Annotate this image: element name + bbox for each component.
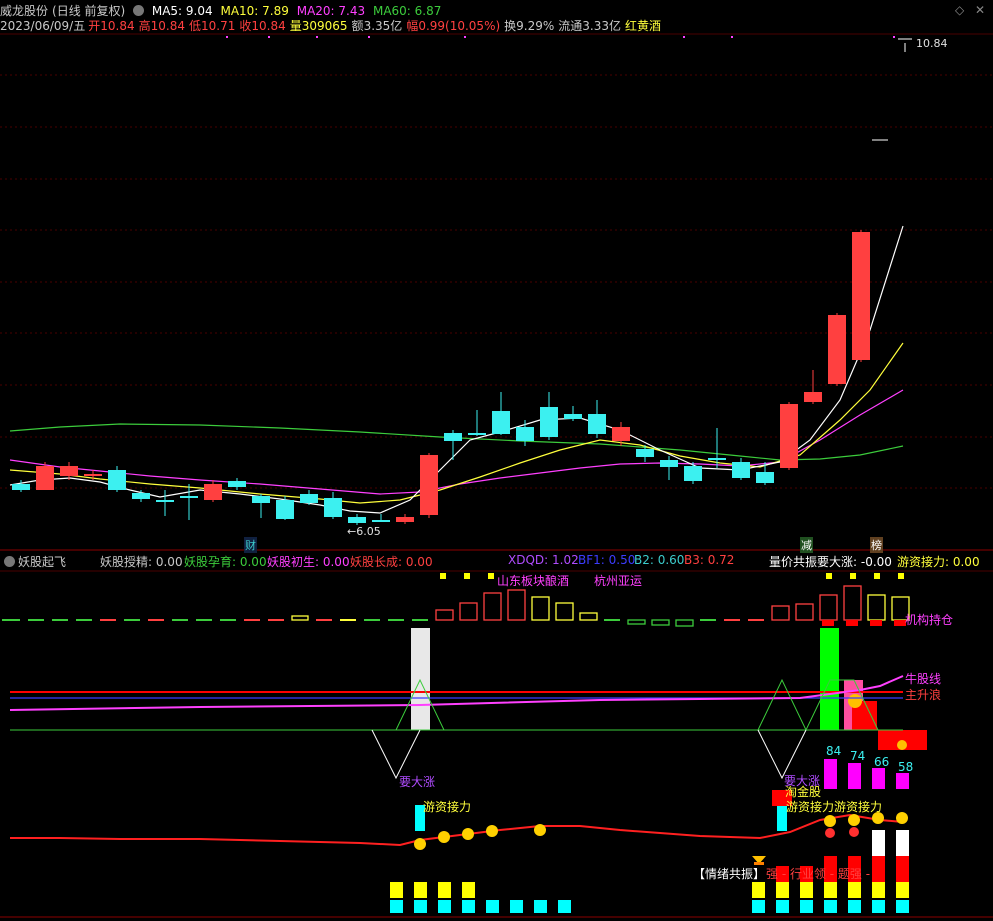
lamp-icon	[752, 856, 766, 865]
candle-body	[852, 232, 870, 360]
candle-body	[684, 466, 702, 481]
kline-chart[interactable]	[0, 0, 993, 921]
indicator-value-4: 妖股长成: 0.00	[350, 555, 433, 569]
candle-body	[828, 315, 846, 384]
ma60-line	[9, 423, 904, 461]
annotation-niugu: 牛股线	[905, 672, 942, 686]
marker-bang[interactable]: 榜	[870, 537, 883, 553]
indicator-title-bar: 妖股起飞 妖股授精: 0.00 妖股孕育: 0.00 妖股初生: 0.00 妖股…	[0, 553, 993, 570]
candle-body	[12, 484, 30, 490]
candle-body	[756, 472, 774, 483]
low-price-label: ←6.05	[347, 525, 381, 538]
indicator-value-2: 妖股孕育: 0.00	[184, 555, 267, 569]
ma5-line	[9, 225, 904, 514]
candle-body	[468, 433, 486, 435]
annotation-youzi-1: 游资接力	[423, 800, 472, 814]
candle-body	[180, 496, 198, 498]
annotation-jigou: 机构持仓	[905, 613, 954, 627]
candle-body	[204, 484, 222, 500]
bar-label-66: 66	[874, 755, 890, 769]
candle-body	[444, 433, 462, 441]
candle-body	[660, 460, 678, 467]
candle-body	[36, 466, 54, 490]
annotation-yaodazhang-1: 要大涨	[399, 775, 436, 789]
resonance-value: 量价共振要大涨: -0.00	[769, 555, 892, 569]
candle-body	[324, 498, 342, 517]
annotation-youzi-3: 游资接力	[834, 800, 883, 814]
candle-body	[276, 500, 294, 519]
signal-dots	[226, 36, 895, 38]
candle-body	[108, 470, 126, 490]
annotation-qingxu: 【情绪共振】	[693, 867, 766, 881]
candle-body	[252, 496, 270, 503]
dropdown-icon[interactable]	[4, 556, 15, 567]
candle-body	[132, 493, 150, 499]
candle-body	[228, 481, 246, 487]
candle-body	[612, 427, 630, 441]
annotation-zhusheng: 主升浪	[905, 688, 942, 702]
marker-cai[interactable]: 财	[244, 537, 257, 553]
bar-label-58: 58	[898, 760, 914, 774]
candlesticks	[12, 230, 870, 525]
candle-body	[156, 500, 174, 502]
annotation-shandong: 山东板块酿酒	[497, 574, 570, 588]
candle-body	[780, 404, 798, 468]
bar-label-84: 84	[826, 744, 842, 758]
candle-body	[636, 449, 654, 457]
candle-body	[804, 392, 822, 402]
bf1-value: BF1: 0.50	[578, 553, 636, 567]
indicator-name[interactable]: 妖股起飞	[18, 553, 66, 570]
annotation-hangzhou: 杭州亚运	[594, 574, 643, 588]
b2-value: B2: 0.60	[634, 553, 685, 567]
candle-body	[708, 458, 726, 460]
candle-body	[420, 455, 438, 515]
candle-body	[300, 494, 318, 503]
candle-body	[588, 414, 606, 434]
candle-body	[84, 474, 102, 476]
youzi-value: 游资接力: 0.00	[897, 555, 980, 569]
xdqd-value: XDQD: 1.02	[508, 553, 579, 567]
candle-body	[372, 520, 390, 522]
candle-body	[564, 414, 582, 419]
indicator-value-1: 妖股授精: 0.00	[100, 555, 183, 569]
low-price-value: 6.05	[356, 525, 381, 538]
high-price-label: 10.84	[916, 37, 948, 50]
bar-label-74: 74	[850, 749, 866, 763]
annotation-youzi-2: 游资接力	[786, 800, 835, 814]
indicator-panel	[2, 573, 927, 913]
marker-jian[interactable]: 减	[800, 537, 813, 553]
b3-value: B3: 0.72	[684, 553, 735, 567]
smiley-icon	[414, 812, 908, 850]
candle-body	[732, 462, 750, 478]
candle-body	[540, 407, 558, 437]
candle-body	[60, 466, 78, 476]
candle-body	[396, 517, 414, 522]
candle-body	[348, 517, 366, 523]
annotation-qingxu-tail: 强 - 行业领 - 题强 -	[766, 867, 871, 881]
candle-body	[516, 427, 534, 441]
indicator-value-3: 妖股初生: 0.00	[267, 555, 350, 569]
candle-body	[492, 411, 510, 434]
